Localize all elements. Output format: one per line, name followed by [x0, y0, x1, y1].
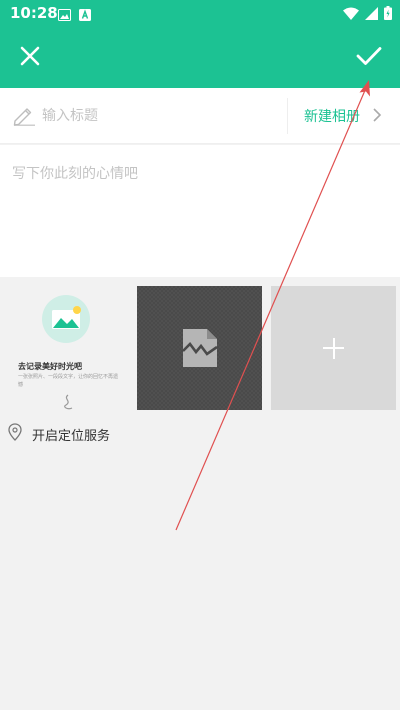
wifi-icon [343, 5, 359, 24]
location-label: 开启定位服务 [32, 429, 111, 444]
prompt-title: 去记录美好时光吧 [18, 362, 82, 371]
squiggle-decoration [60, 393, 76, 415]
check-icon [355, 45, 383, 71]
divider [287, 98, 288, 134]
broken-image-icon [181, 327, 219, 373]
battery-icon [384, 5, 392, 24]
status-time: 10:28 [10, 4, 58, 22]
new-album-label: 新建相册 [304, 109, 360, 125]
content-area [0, 145, 400, 277]
media-area: 去记录美好时光吧 一张张照片、一段段文字，让你的回忆不再遗憾 开启定位服务 [0, 277, 400, 710]
location-pin-icon [8, 423, 22, 445]
confirm-button[interactable] [352, 42, 386, 74]
prompt-description: 一张张照片、一段段文字，让你的回忆不再遗憾 [18, 374, 119, 388]
add-photo-button[interactable] [271, 286, 396, 410]
empty-prompt-card: 去记录美好时光吧 一张张照片、一段段文字，让你的回忆不再遗憾 [4, 285, 128, 410]
status-bar: 10:28 [0, 0, 400, 28]
gallery-notification-icon [58, 6, 71, 25]
chevron-right-icon [372, 107, 382, 127]
title-row: 新建相册 [0, 88, 400, 144]
title-input[interactable] [42, 104, 274, 128]
signal-icon [365, 5, 378, 24]
new-album-button[interactable]: 新建相册 [300, 88, 400, 144]
close-icon [19, 45, 41, 71]
app-notification-icon [79, 6, 91, 25]
app-bar [0, 28, 400, 88]
broken-image-thumbnail[interactable] [137, 286, 262, 410]
pencil-icon [12, 104, 36, 130]
photo-illustration [42, 295, 90, 343]
location-service-button[interactable]: 开启定位服务 [8, 423, 110, 445]
close-button[interactable] [14, 42, 46, 74]
content-input[interactable] [12, 163, 388, 263]
